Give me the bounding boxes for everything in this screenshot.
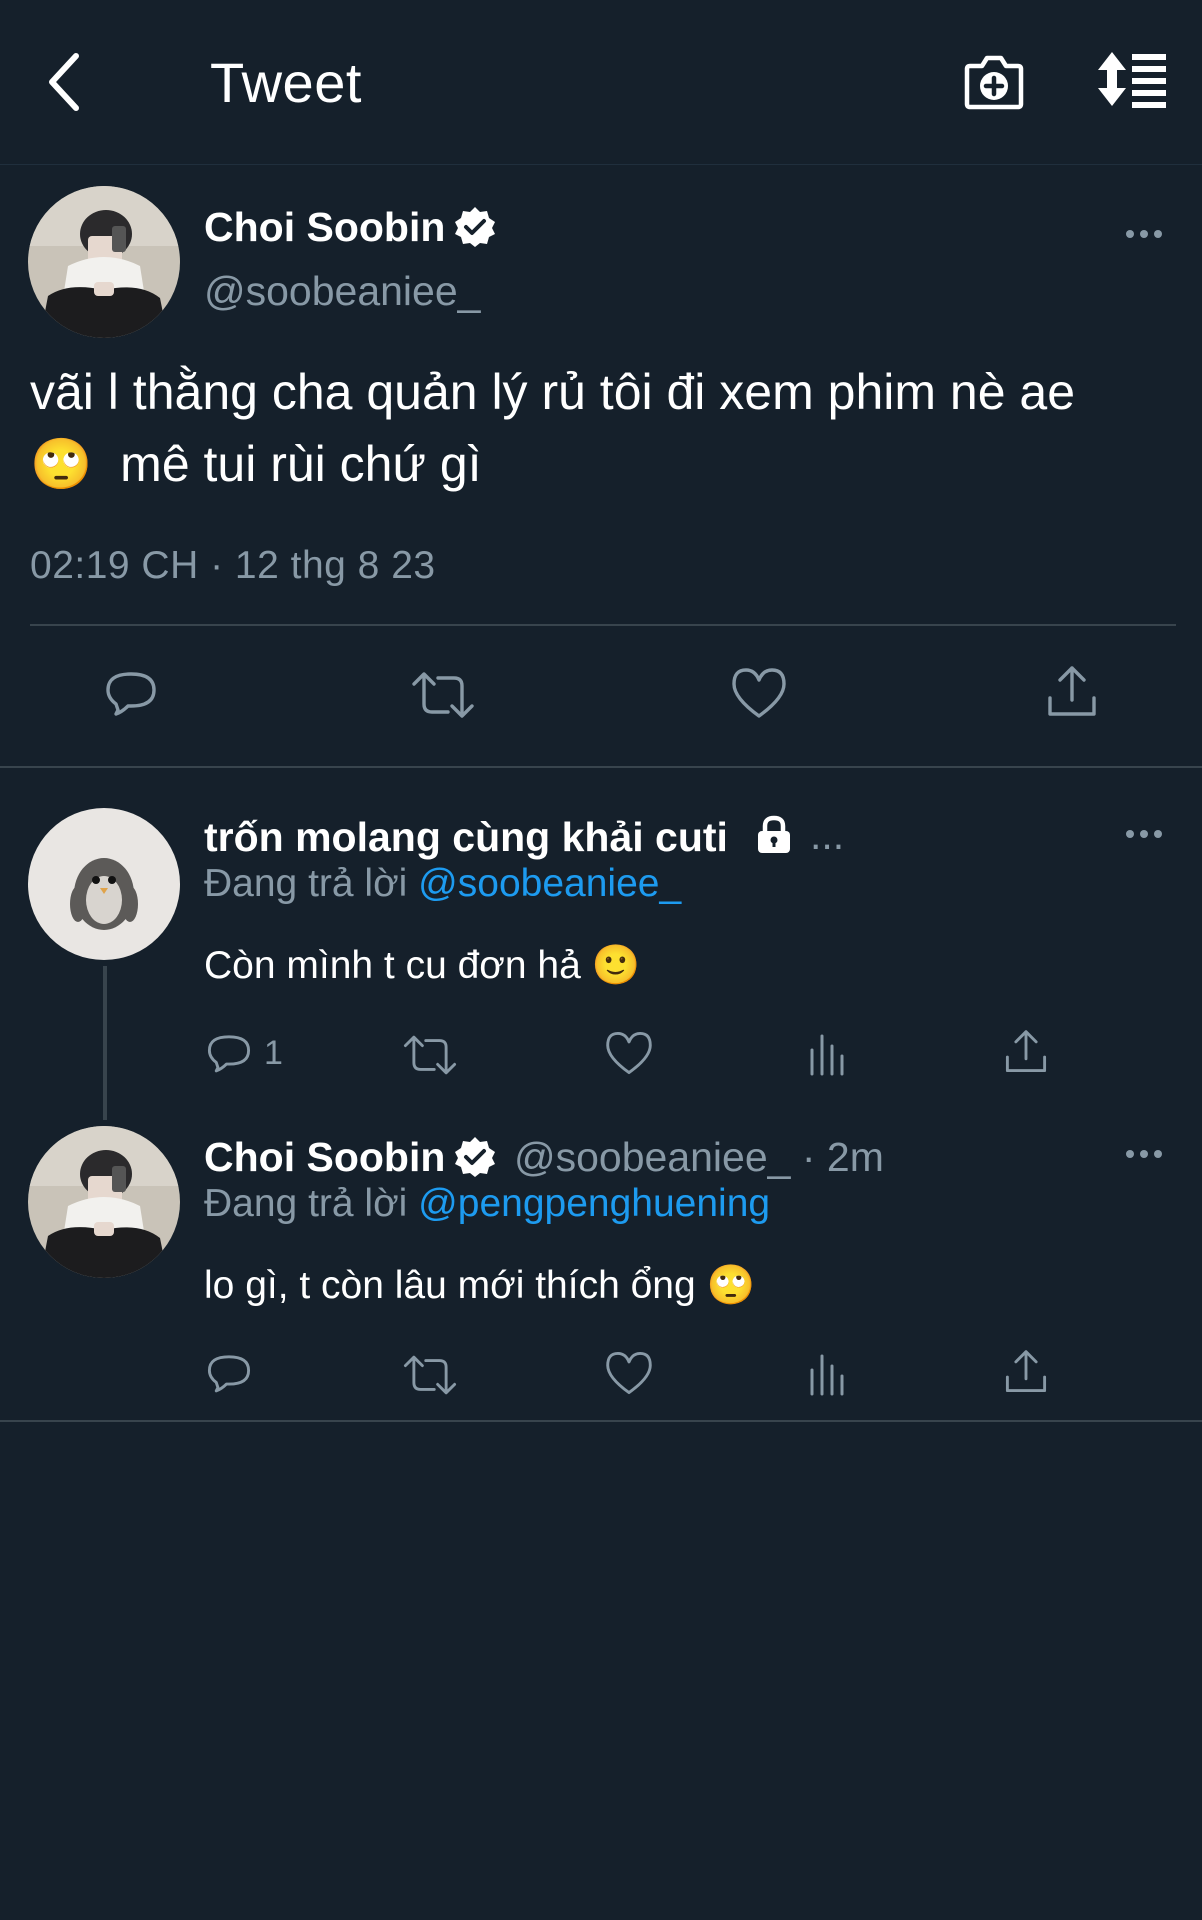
reply-icon[interactable]	[104, 666, 158, 720]
reply-time: · 2m	[801, 1134, 884, 1180]
reply-handle[interactable]: @soobeaniee_	[514, 1134, 790, 1180]
like-heart-icon[interactable]	[604, 1030, 654, 1076]
analytics-icon[interactable]	[808, 1032, 850, 1076]
reply-handle-time: @soobeaniee_ · 2m	[514, 1134, 884, 1181]
analytics-icon[interactable]	[808, 1352, 850, 1396]
tweet-text-line2-words: mê tui rùi chứ gì	[120, 436, 482, 492]
reply-avatar[interactable]	[28, 1126, 180, 1278]
retweet-icon[interactable]	[410, 668, 476, 722]
tweet-text-line2: 🙄 mê tui rùi chứ gì	[30, 428, 482, 500]
reply-text: lo gì, t còn lâu mới thích ổng 🙄	[204, 1264, 756, 1307]
replying-to: Đang trả lời @soobeaniee_	[204, 862, 681, 906]
reply-icon[interactable]	[206, 1350, 252, 1396]
reply-author-name[interactable]: Choi Soobin	[204, 1134, 445, 1181]
page-title: Tweet	[210, 51, 362, 114]
more-options-icon[interactable]	[1124, 828, 1164, 840]
reply-avatar[interactable]	[28, 808, 180, 960]
retweet-icon[interactable]	[402, 1032, 458, 1078]
reply-text: Còn mình t cu đơn hả 🙂	[204, 944, 641, 987]
author-handle[interactable]: @soobeaniee_	[204, 268, 480, 315]
replying-to-link[interactable]: @pengpenghuening	[418, 1182, 770, 1225]
tweet-text-line1: vãi l thằng cha quản lý rủ tôi đi xem ph…	[30, 364, 1076, 420]
section-divider	[0, 766, 1202, 768]
camera-add-icon[interactable]	[964, 52, 1024, 110]
share-icon[interactable]	[1004, 1348, 1048, 1396]
retweet-icon[interactable]	[402, 1352, 458, 1398]
sort-timeline-icon[interactable]	[1096, 50, 1170, 108]
top-bar: Tweet	[0, 0, 1202, 165]
replying-prefix: Đang trả lời	[204, 1182, 408, 1225]
verified-badge-icon	[454, 1136, 496, 1178]
reply-icon[interactable]	[206, 1030, 252, 1076]
reply-handle-truncated: ...	[810, 812, 845, 858]
like-heart-icon[interactable]	[730, 666, 788, 720]
tweet-timestamp: 02:19 CH · 12 thg 8 23	[30, 544, 436, 587]
avatar[interactable]	[28, 186, 180, 338]
lock-icon	[754, 814, 794, 854]
replying-to: Đang trả lời @pengpenghuening	[204, 1182, 770, 1226]
tweet-emoji: 🙄	[30, 436, 93, 492]
more-options-icon[interactable]	[1124, 228, 1164, 240]
share-icon[interactable]	[1046, 664, 1098, 720]
thread-line	[103, 966, 107, 1120]
back-chevron-icon[interactable]	[44, 52, 84, 112]
section-divider	[0, 1420, 1202, 1422]
divider	[30, 624, 1176, 626]
replying-to-link[interactable]: @soobeaniee_	[418, 862, 681, 905]
more-options-icon[interactable]	[1124, 1148, 1164, 1160]
reply-count: 1	[264, 1034, 283, 1072]
like-heart-icon[interactable]	[604, 1350, 654, 1396]
verified-badge-icon	[454, 206, 496, 248]
share-icon[interactable]	[1004, 1028, 1048, 1076]
reply-author-name[interactable]: trốn molang cùng khải cuti	[204, 814, 728, 861]
replying-prefix: Đang trả lời	[204, 862, 408, 905]
author-name[interactable]: Choi Soobin	[204, 204, 445, 251]
